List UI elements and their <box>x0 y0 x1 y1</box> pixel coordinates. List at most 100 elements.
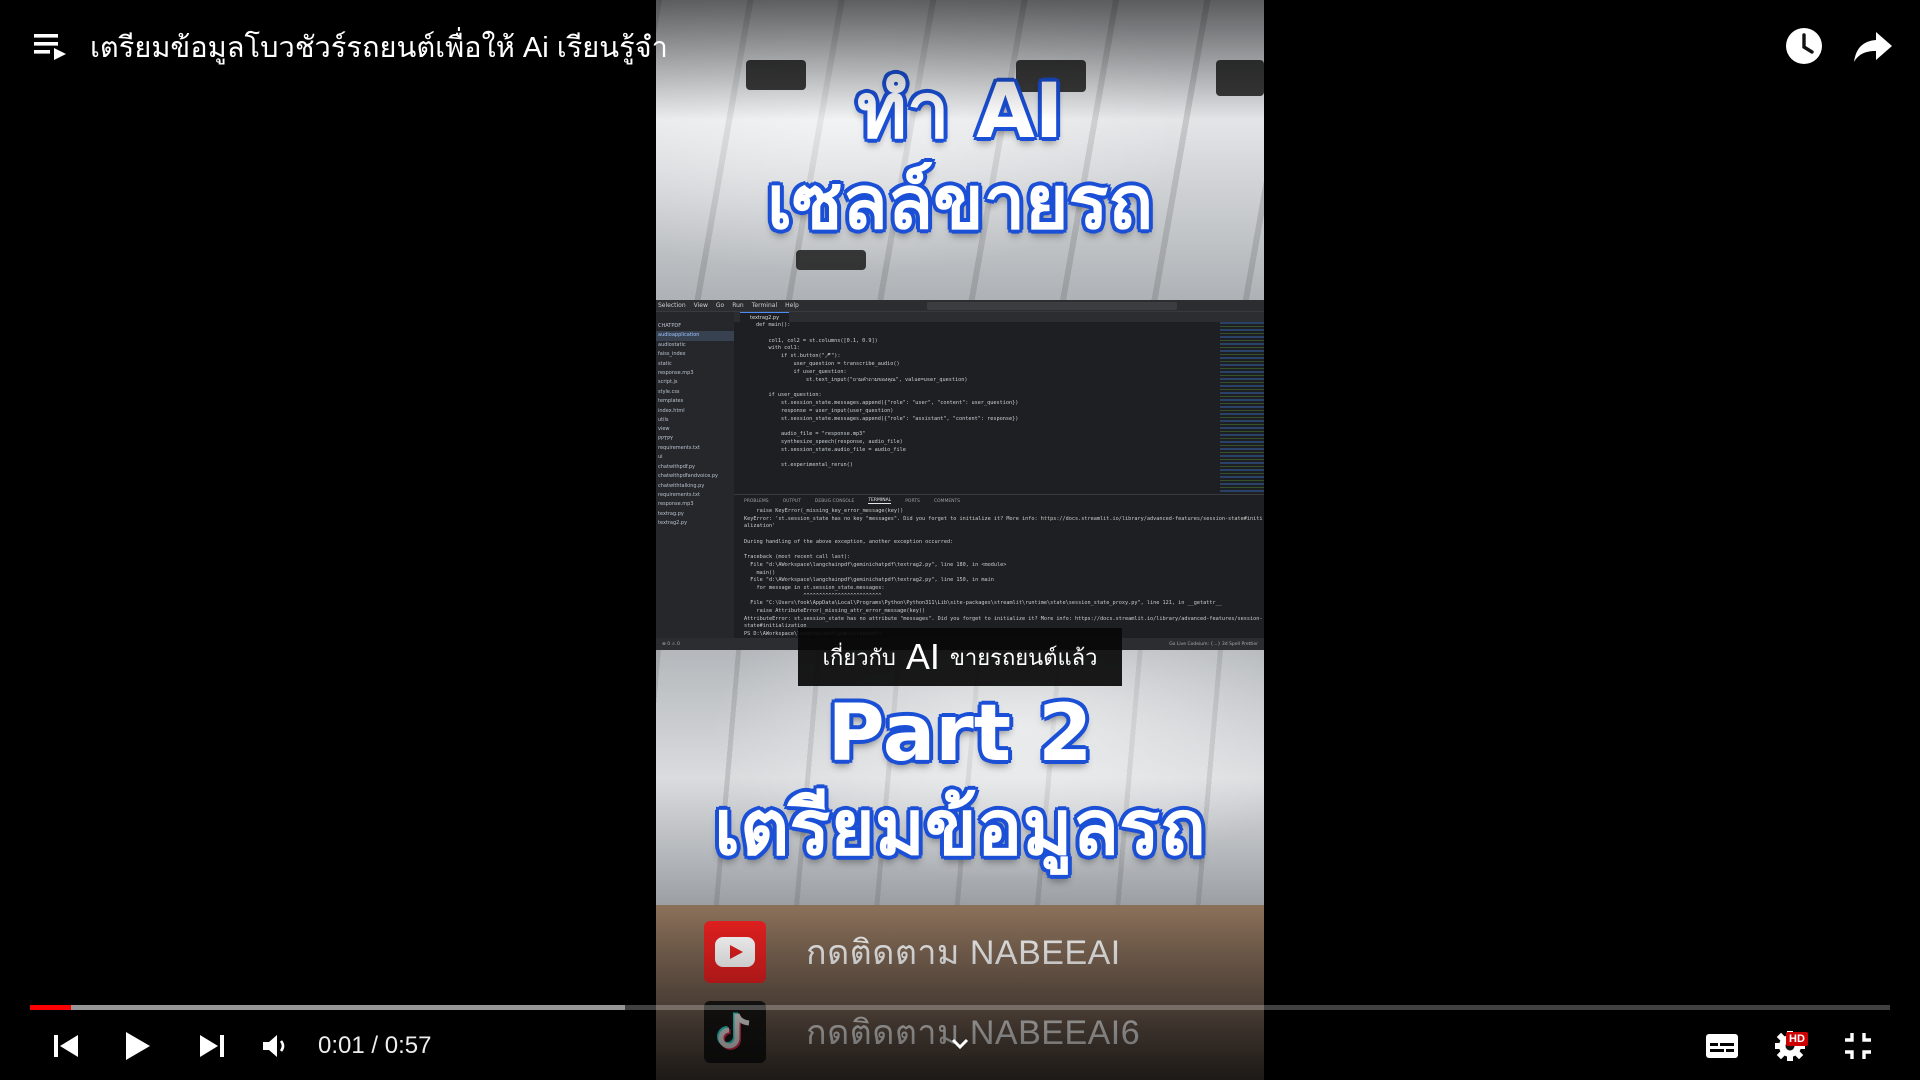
chevron-down-button[interactable] <box>942 1024 978 1064</box>
editor-menu-item: Go <box>715 302 725 309</box>
terminal-line: File "C:\Users\fook\AppData\Local\Progra… <box>744 600 1222 607</box>
code-line: st.session_state.audio_file = audio_file <box>756 446 906 453</box>
explorer-item: CHATPDF <box>658 323 682 329</box>
terminal-line: AttributeError: st.session_state has no … <box>744 615 1263 622</box>
video-player[interactable]: ทำ AI เซลล์ขายรถ Selection View Go Run T… <box>0 0 1920 1080</box>
subtitle-caption: เกี่ยวกับ AI ขายรถยนต์แล้ว <box>798 628 1122 686</box>
video-title[interactable]: เตรียมข้อมูลโบวชัวร์รถยนต์เพื่อให้ Ai เร… <box>90 24 668 70</box>
share-icon <box>1854 32 1892 62</box>
play-button[interactable] <box>116 1026 160 1066</box>
youtube-follow-row: กดติดตาม NABEEAI <box>704 921 1224 983</box>
time-total: 0:57 <box>384 1032 432 1059</box>
explorer-item: script.js <box>658 379 678 386</box>
editor-menu-item: Help <box>785 302 799 309</box>
editor-tabs: textrag2.py <box>734 311 1264 323</box>
caption-text-after: ขายรถยนต์แล้ว <box>949 644 1098 670</box>
panel-tab: PROBLEMS <box>744 498 769 504</box>
terminal-line: raise KeyError(_missing_key_error_messag… <box>744 508 904 514</box>
time-display: 0:01 / 0:57 <box>318 1032 431 1060</box>
video-title-line-2: เซลล์ขายรถ <box>766 160 1154 246</box>
code-line: response = user_input(user_question) <box>756 407 894 414</box>
playlist-button[interactable] <box>32 30 72 66</box>
editor-menu-item: Selection <box>658 302 686 309</box>
code-line: user_question = transcribe_audio() <box>756 360 900 367</box>
explorer-item: requirements.txt <box>658 492 700 499</box>
panel-tab: TERMINAL <box>868 498 892 504</box>
caption-text-emphasis: AI <box>905 636 940 677</box>
code-line: st.session_state.messages.append({"role"… <box>756 415 1019 422</box>
explorer-item: chatwithtalking.py <box>658 482 705 489</box>
watch-later-button[interactable] <box>1784 26 1824 66</box>
explorer-item: requirements.txt <box>658 445 700 452</box>
explorer-item: textrag2.py <box>658 520 688 527</box>
code-line: st.text_input("ถามคำถามของคุณ", value=us… <box>756 376 968 383</box>
editor-explorer: CHATPDF audioapplication audiostatic faiss_… <box>656 312 734 638</box>
explorer-item: audioapplication <box>656 331 734 341</box>
code-line: col1, col2 = st.columns([0.1, 0.9]) <box>756 337 878 344</box>
progress-bar[interactable] <box>30 1005 1890 1010</box>
explorer-item: audiostatic <box>658 341 686 348</box>
terminal-line: Traceback (most recent call last): <box>744 554 851 561</box>
exit-fullscreen-button[interactable] <box>1838 1026 1878 1066</box>
editor-tab: textrag2.py <box>740 311 790 323</box>
explorer-item: chatwithpdfandvoice.py <box>658 473 719 480</box>
part-subheading: เตรียมข้อมูลรถ <box>714 783 1206 872</box>
code-line: def main(): <box>756 322 791 328</box>
exit-fullscreen-icon <box>1845 1033 1871 1059</box>
terminal-line: File "d:\AWorkspace\langchainpdf\geminic… <box>744 577 994 584</box>
explorer-item: faiss_index <box>658 351 686 358</box>
playlist-icon <box>34 34 66 60</box>
video-frame[interactable]: ทำ AI เซลล์ขายรถ Selection View Go Run T… <box>656 0 1264 1080</box>
editor-menu-item: View <box>693 302 708 309</box>
explorer-item: response.mp3 <box>658 501 694 508</box>
play-icon <box>126 1032 150 1060</box>
terminal-line: main() <box>744 569 776 576</box>
explorer-item: textrag.py <box>658 510 684 517</box>
explorer-item: utils <box>658 416 669 423</box>
explorer-item: view <box>658 426 670 433</box>
volume-icon <box>263 1035 285 1057</box>
clock-icon <box>1786 28 1822 64</box>
status-right: Go Live Codeium: {...} 3d Spell Prettier <box>1169 641 1258 647</box>
panel-tab: PORTS <box>905 498 920 504</box>
editor-panel-tabs: PROBLEMS OUTPUT DEBUG CONSOLE TERMINAL PORTS… <box>734 494 1264 507</box>
explorer-item: static <box>658 360 672 367</box>
terminal-line: alization' <box>744 523 776 530</box>
explorer-item: style.css <box>658 388 680 395</box>
code-line: if user_question: <box>756 392 822 399</box>
explorer-item: ui <box>658 454 663 461</box>
explorer-item: PPTPY <box>658 435 674 442</box>
chevron-down-icon <box>951 1038 969 1050</box>
youtube-follow-text: กดติดตาม NABEEAI <box>806 934 1121 972</box>
youtube-logo-icon <box>704 921 766 983</box>
share-button[interactable] <box>1852 26 1894 66</box>
code-line: with col1: <box>756 345 800 352</box>
previous-button[interactable] <box>46 1026 86 1066</box>
next-icon <box>200 1035 224 1057</box>
time-current: 0:01 <box>318 1032 365 1059</box>
explorer-item: templates <box>658 398 684 405</box>
editor-menu-item: Terminal <box>751 302 778 309</box>
volume-button[interactable] <box>258 1026 292 1066</box>
video-title-line-1: ทำ AI <box>856 66 1064 155</box>
terminal-line: During handling of the above exception, … <box>744 538 954 545</box>
part-heading: Part 2 <box>827 689 1093 779</box>
time-separator: / <box>364 1032 385 1059</box>
editor-main: textrag2.py def main(): col1, col2 = st.… <box>734 311 1264 638</box>
editor-menu-item: Run <box>732 302 744 309</box>
subtitles-button[interactable] <box>1702 1026 1742 1066</box>
explorer-item: response.mp3 <box>658 369 694 376</box>
code-line: if st.button("🎤"): <box>756 353 841 360</box>
terminal-line: for message in st.session_state.messages… <box>744 584 885 591</box>
code-line: st.experimental_rerun() <box>756 462 853 469</box>
terminal-line: raise AttributeError(_missing_attr_error… <box>744 607 926 614</box>
next-button[interactable] <box>192 1026 232 1066</box>
code-line: if user_question: <box>756 368 847 375</box>
editor-menubar: Selection View Go Run Terminal Help <box>656 300 1264 312</box>
status-left: ⊗ 0 ⚠ 0 <box>662 641 680 647</box>
